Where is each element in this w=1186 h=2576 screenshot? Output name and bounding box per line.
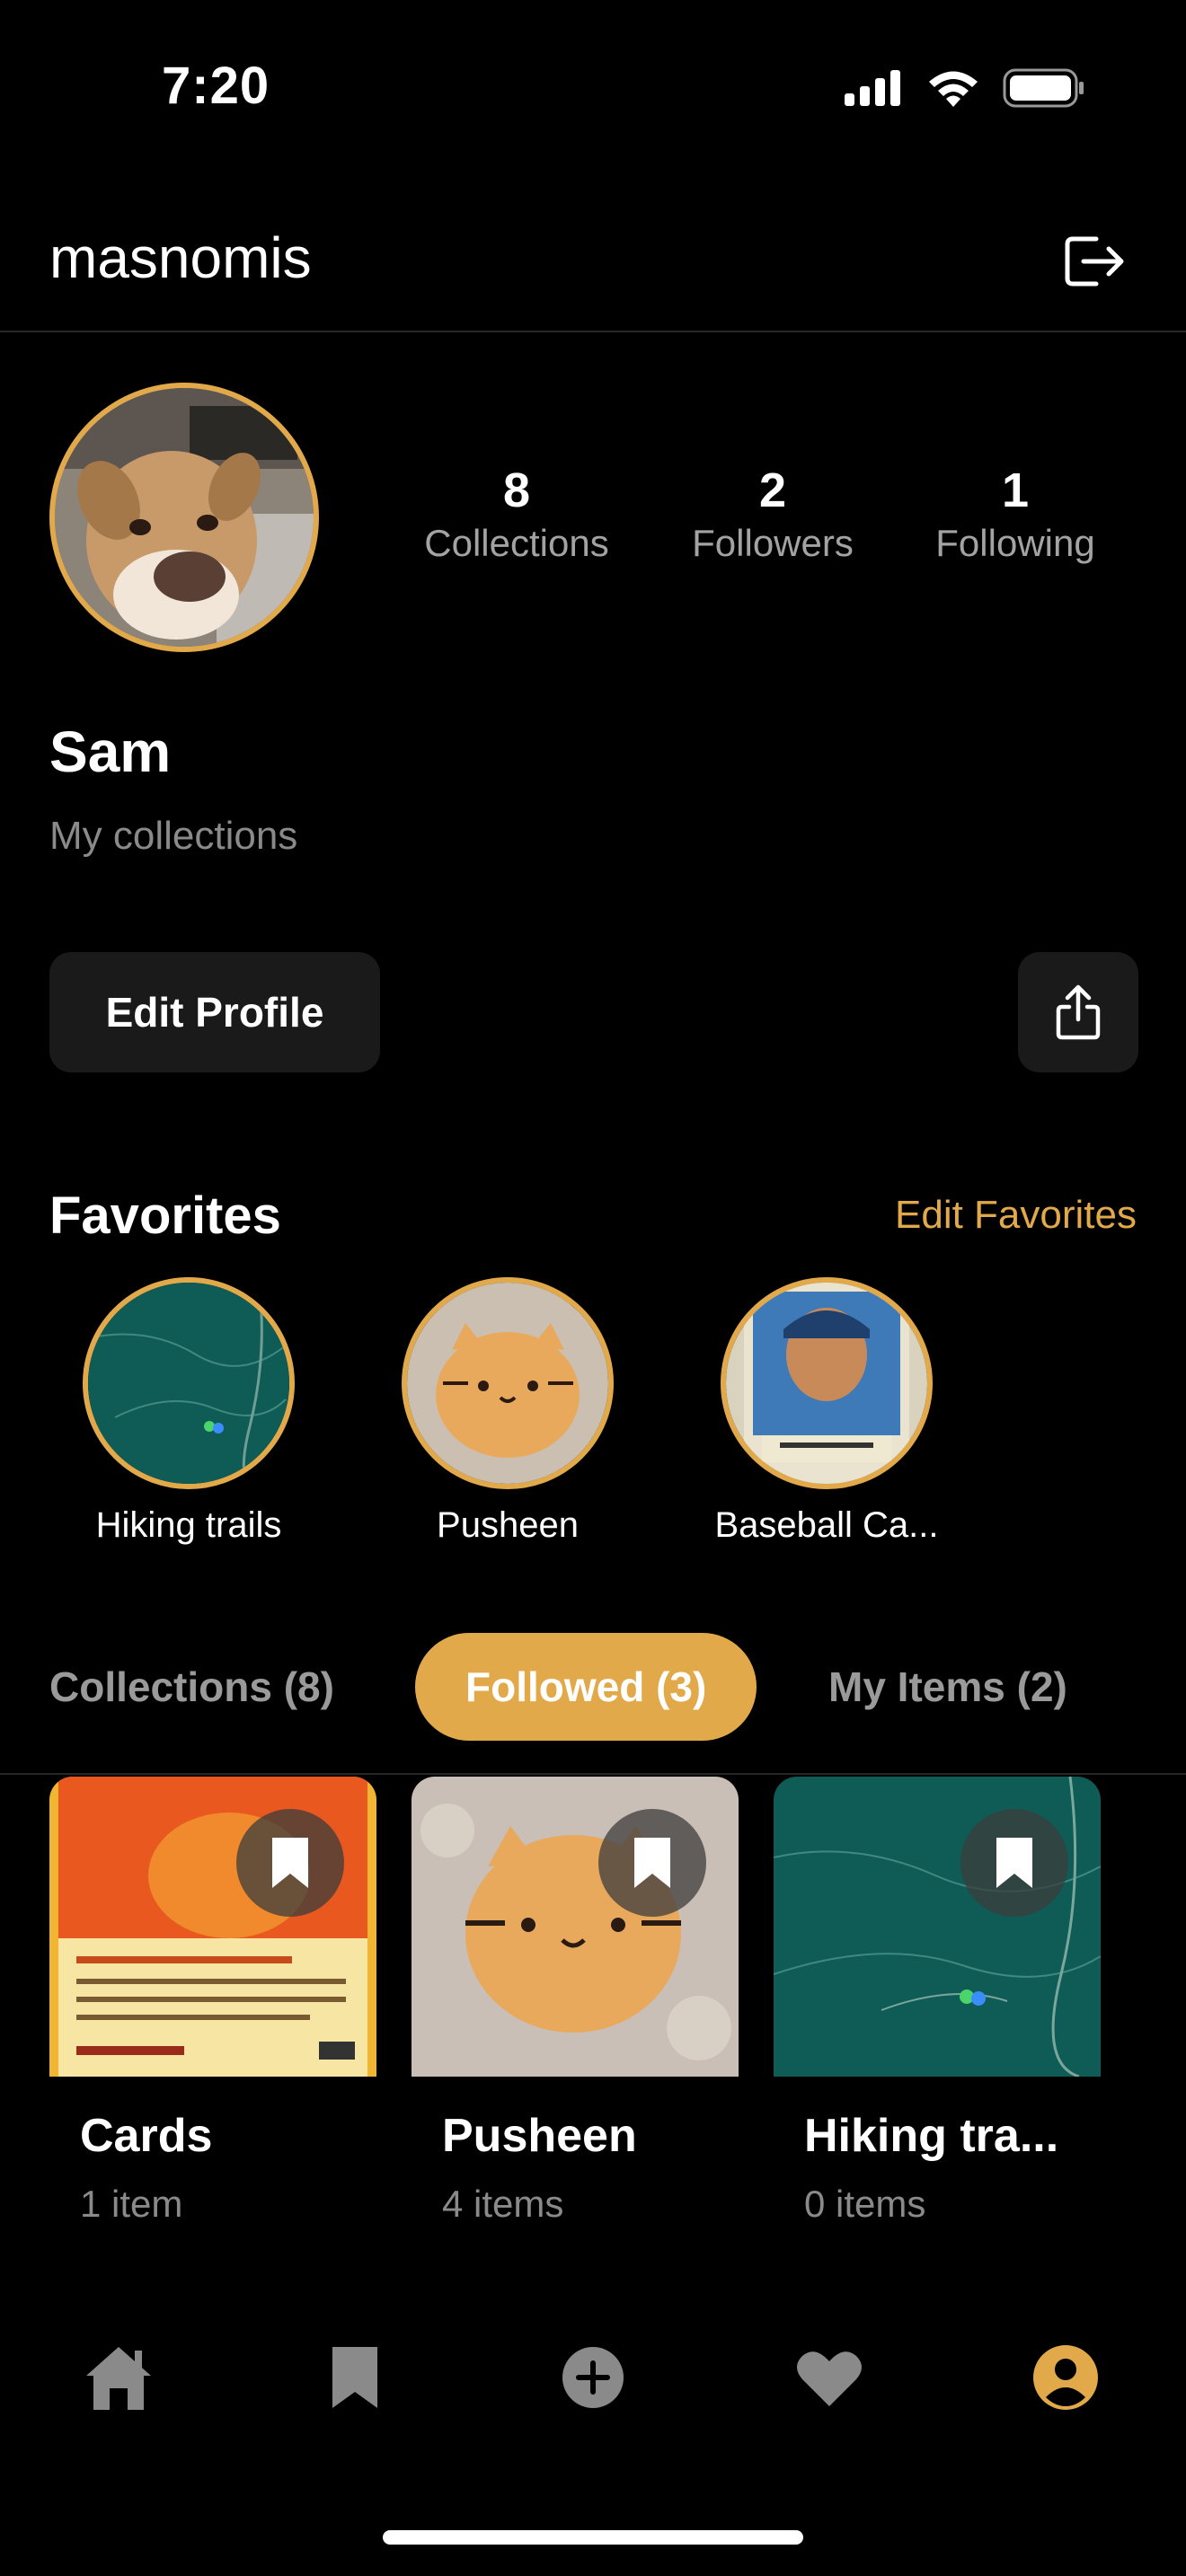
profile-icon bbox=[1033, 2345, 1098, 2410]
collection-card-cards[interactable]: Cards 1 item bbox=[49, 1777, 376, 2226]
nav-profile[interactable] bbox=[1025, 2337, 1106, 2418]
stat-label: Following bbox=[935, 522, 1095, 564]
favorite-label: Pusheen bbox=[437, 1505, 579, 1545]
stat-followers[interactable]: 2 Followers bbox=[669, 463, 876, 565]
share-icon bbox=[1056, 984, 1101, 1040]
favorite-thumbnail bbox=[402, 1277, 614, 1489]
bottom-tab-bar bbox=[0, 2317, 1186, 2434]
cellular-signal-icon bbox=[845, 70, 900, 106]
add-icon bbox=[562, 2347, 624, 2408]
status-icons bbox=[845, 68, 1085, 108]
favorite-pusheen[interactable]: Pusheen bbox=[373, 1277, 642, 1546]
share-profile-button[interactable] bbox=[1018, 952, 1138, 1072]
bookmark-toggle-button[interactable] bbox=[598, 1809, 706, 1917]
home-indicator[interactable] bbox=[383, 2530, 803, 2545]
favorite-thumbnail bbox=[83, 1277, 295, 1489]
display-name: Sam bbox=[49, 719, 172, 784]
collection-item-count: 0 items bbox=[804, 2183, 926, 2225]
pusheen-thumbnail-image bbox=[407, 1283, 608, 1484]
profile-header: masnomis bbox=[0, 198, 1186, 332]
favorite-hiking-trails[interactable]: Hiking trails bbox=[54, 1277, 323, 1546]
edit-favorites-link[interactable]: Edit Favorites bbox=[895, 1193, 1137, 1238]
battery-icon bbox=[1003, 68, 1084, 108]
dog-avatar-image bbox=[55, 388, 314, 647]
tab-collections[interactable]: Collections (8) bbox=[49, 1633, 334, 1741]
bookmark-toggle-button[interactable] bbox=[236, 1809, 344, 1917]
map-thumbnail-image bbox=[88, 1283, 289, 1484]
nav-add[interactable] bbox=[553, 2337, 633, 2418]
collection-title: Hiking tra... bbox=[804, 2110, 1059, 2162]
profile-bio: My collections bbox=[49, 814, 298, 858]
pusheen-image bbox=[412, 1777, 739, 2077]
stat-following[interactable]: 1 Following bbox=[912, 463, 1119, 565]
baseball-card-thumbnail-image bbox=[726, 1283, 927, 1484]
stat-value: 2 bbox=[758, 463, 787, 517]
status-time: 7:20 bbox=[162, 57, 270, 115]
collection-thumbnail bbox=[49, 1777, 376, 2077]
favorites-heading: Favorites bbox=[49, 1187, 281, 1245]
collection-item-count: 4 items bbox=[442, 2183, 564, 2225]
collection-item-count: 1 item bbox=[80, 2183, 183, 2225]
collection-title: Cards bbox=[80, 2110, 213, 2162]
favorite-baseball-cards[interactable]: Baseball Ca... bbox=[692, 1277, 961, 1546]
map-image bbox=[774, 1777, 1101, 2077]
stat-value: 1 bbox=[1001, 463, 1030, 517]
bookmark-icon bbox=[272, 1838, 308, 1888]
tab-followed[interactable]: Followed (3) bbox=[415, 1633, 757, 1741]
wifi-icon bbox=[929, 71, 978, 107]
logout-button[interactable] bbox=[1057, 223, 1134, 300]
avatar[interactable] bbox=[49, 383, 319, 652]
status-bar: 7:20 bbox=[0, 0, 1186, 180]
collection-thumbnail bbox=[412, 1777, 739, 2077]
nav-bookmarks[interactable] bbox=[314, 2337, 395, 2418]
favorite-label: Baseball Ca... bbox=[714, 1505, 939, 1545]
home-icon bbox=[86, 2347, 151, 2410]
nav-home[interactable] bbox=[78, 2337, 159, 2418]
stat-label: Followers bbox=[692, 522, 854, 564]
logout-icon bbox=[1065, 236, 1124, 287]
bookmark-icon bbox=[332, 2347, 377, 2408]
tab-my-items[interactable]: My Items (2) bbox=[828, 1633, 1067, 1741]
collection-thumbnail bbox=[774, 1777, 1101, 2077]
username-title: masnomis bbox=[49, 225, 312, 290]
collection-card-pusheen[interactable]: Pusheen 4 items bbox=[412, 1777, 739, 2226]
bookmark-toggle-button[interactable] bbox=[960, 1809, 1068, 1917]
nav-favorites[interactable] bbox=[789, 2337, 870, 2418]
pokemon-card-image bbox=[49, 1777, 376, 2077]
edit-profile-button[interactable]: Edit Profile bbox=[49, 952, 380, 1072]
favorite-label: Hiking trails bbox=[95, 1505, 282, 1545]
bookmark-icon bbox=[634, 1838, 670, 1888]
stat-label: Collections bbox=[424, 522, 609, 564]
collection-title: Pusheen bbox=[442, 2110, 637, 2162]
favorite-thumbnail bbox=[721, 1277, 933, 1489]
bookmark-icon bbox=[996, 1838, 1032, 1888]
collection-card-hiking-trails[interactable]: Hiking tra... 0 items bbox=[774, 1777, 1101, 2226]
stat-collections[interactable]: 8 Collections bbox=[413, 463, 620, 565]
collection-tabs: Collections (8) Followed (3) My Items (2… bbox=[0, 1633, 1186, 1775]
stat-value: 8 bbox=[502, 463, 531, 517]
heart-icon bbox=[797, 2351, 862, 2406]
